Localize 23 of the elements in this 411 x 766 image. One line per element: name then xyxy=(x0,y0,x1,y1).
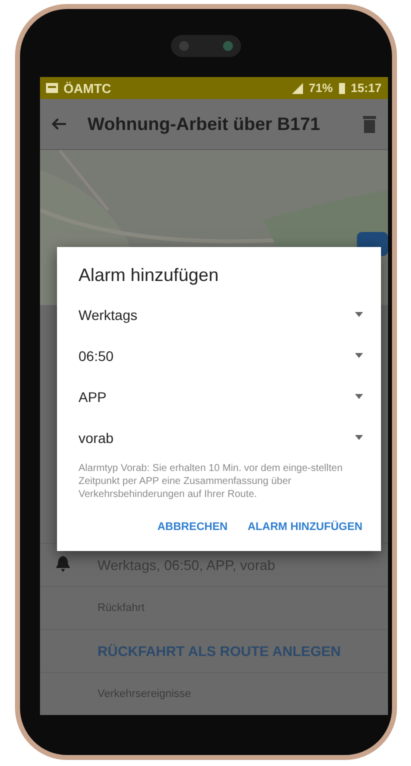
back-arrow-icon[interactable] xyxy=(52,118,66,130)
dropdown[interactable]: APP xyxy=(78,376,362,417)
notification-icon xyxy=(46,83,58,93)
hint-text: Alarmtyp Vorab: Sie erhalten 10 Min. vor dem einge-stellten Zeitpunkt per APP eine Zusammenfassung über Verkehrsbehinderungen auf Ihrer Route. xyxy=(78,462,344,501)
dropdown-caret-icon xyxy=(354,435,362,440)
battery-level: 71% xyxy=(308,81,333,95)
dropdown[interactable]: Werktags xyxy=(78,294,362,335)
dropdown[interactable]: 06:50 xyxy=(78,335,362,376)
dropdown-caret-icon xyxy=(354,394,362,399)
dialog-title: Alarm hinzufügen xyxy=(78,265,220,286)
dropdown[interactable]: vorab xyxy=(78,417,362,458)
app-name: ÖAMTC xyxy=(64,80,112,96)
route-title: Wohnung-Arbeit über B171 xyxy=(88,114,322,134)
cancel-button[interactable]: ABBRECHEN xyxy=(157,517,228,537)
camera-icon xyxy=(170,35,240,57)
signal-icon xyxy=(292,82,303,94)
bell-icon xyxy=(56,556,70,572)
battery-icon xyxy=(338,82,345,94)
dropdown-caret-icon xyxy=(354,353,362,358)
add-alarm-button[interactable]: ALARM HINZUFÜGEN xyxy=(248,517,362,537)
trash-icon[interactable] xyxy=(362,116,376,132)
dropdown-caret-icon xyxy=(354,312,362,317)
clock: 15:17 xyxy=(350,81,382,95)
